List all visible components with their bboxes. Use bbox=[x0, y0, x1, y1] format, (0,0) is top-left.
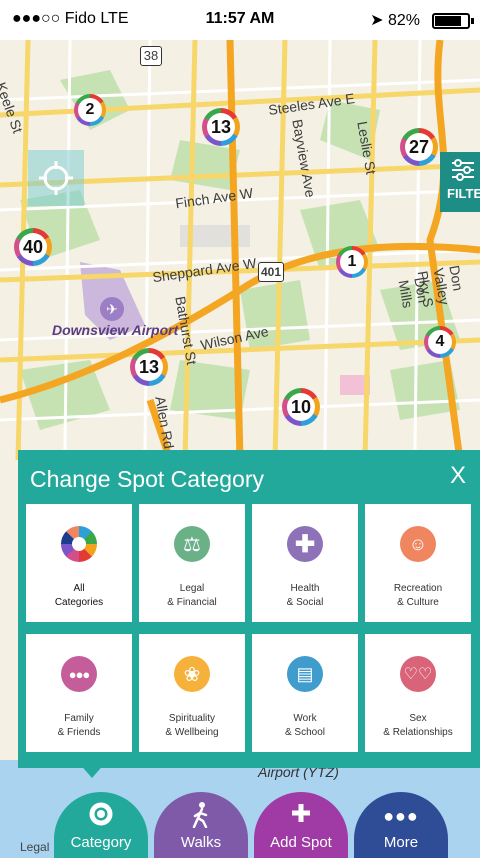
modal-title: Change Spot Category bbox=[30, 466, 264, 492]
crosshair-icon bbox=[39, 161, 73, 195]
category-tile-work[interactable]: ▤ Work & School bbox=[252, 634, 358, 752]
category-label: Spirituality bbox=[168, 713, 216, 724]
category-label: & Financial bbox=[167, 597, 217, 608]
scales-icon: ⚖ bbox=[174, 526, 210, 562]
nav-category-button[interactable]: Category bbox=[54, 792, 148, 858]
category-tile-spirituality[interactable]: ❀ Spirituality & Wellbeing bbox=[139, 634, 245, 752]
spot-cluster-marker[interactable]: 13 bbox=[130, 348, 168, 386]
category-tile-sex[interactable]: ♡♡ Sex & Relationships bbox=[365, 634, 471, 752]
category-label: Work bbox=[293, 713, 317, 724]
category-label: All bbox=[73, 583, 85, 594]
category-label: & Wellbeing bbox=[165, 727, 219, 738]
locate-me-button[interactable] bbox=[28, 150, 84, 206]
downsview-airport-label: Downsview Airport bbox=[52, 322, 179, 338]
highway-401-shield: 401 bbox=[258, 262, 284, 282]
category-label: & School bbox=[284, 727, 326, 738]
nav-label: Add Spot bbox=[270, 834, 332, 851]
legal-link[interactable]: Legal bbox=[20, 840, 49, 854]
spot-cluster-marker[interactable]: 27 bbox=[400, 128, 438, 166]
leaf-icon: ❀ bbox=[174, 656, 210, 692]
sliders-icon bbox=[452, 159, 474, 181]
nav-add-spot-button[interactable]: Add Spot bbox=[254, 792, 348, 858]
filter-label: FILTER bbox=[447, 186, 480, 201]
nav-label: Walks bbox=[180, 834, 222, 851]
ellipsis-icon: ●●● bbox=[383, 806, 419, 826]
spot-cluster-marker[interactable]: 2 bbox=[74, 94, 106, 126]
spot-cluster-marker[interactable]: 13 bbox=[202, 108, 240, 146]
health-cross-icon: ✚ bbox=[287, 526, 323, 562]
change-category-modal: Change Spot Category X All Categories ⚖ L… bbox=[18, 450, 480, 768]
category-tile-recreation[interactable]: ☺ Recreation & Culture bbox=[365, 504, 471, 622]
spot-cluster-marker[interactable]: 10 bbox=[282, 388, 320, 426]
lifebuoy-icon bbox=[54, 802, 148, 826]
category-label: & Culture bbox=[397, 597, 439, 608]
battery-icon bbox=[432, 13, 474, 29]
status-bar: ●●●○○ Fido LTE 11:57 AM ➤ 82% bbox=[0, 0, 480, 40]
color-wheel-icon bbox=[61, 526, 97, 562]
category-label: Family bbox=[64, 713, 94, 724]
category-label: Sex bbox=[409, 713, 427, 724]
category-tile-health[interactable]: ✚ Health & Social bbox=[252, 504, 358, 622]
category-tile-all[interactable]: All Categories bbox=[26, 504, 132, 622]
spot-cluster-marker[interactable]: 1 bbox=[336, 246, 368, 278]
spot-cluster-marker[interactable]: 40 bbox=[14, 228, 52, 266]
theatre-masks-icon: ☺ bbox=[400, 526, 436, 562]
people-icon: ●●● bbox=[61, 656, 97, 692]
category-label: & Friends bbox=[57, 727, 101, 738]
walking-person-icon bbox=[154, 802, 248, 828]
category-label: Health bbox=[290, 583, 320, 594]
category-label: & Social bbox=[286, 597, 324, 608]
book-icon: ▤ bbox=[287, 656, 323, 692]
nav-walks-button[interactable]: Walks bbox=[154, 792, 248, 858]
filter-button[interactable]: FILTER bbox=[440, 152, 480, 212]
airport-icon: ✈ bbox=[100, 297, 124, 321]
category-label: Categories bbox=[54, 597, 104, 608]
close-button[interactable]: X bbox=[450, 462, 466, 490]
category-label: & Relationships bbox=[383, 727, 453, 738]
highway-38-shield: 38 bbox=[140, 46, 162, 66]
category-tile-family[interactable]: ●●● Family & Friends bbox=[26, 634, 132, 752]
hearts-icon: ♡♡ bbox=[400, 656, 436, 692]
category-label: Recreation bbox=[393, 583, 443, 594]
plus-icon bbox=[254, 802, 348, 824]
category-tile-legal[interactable]: ⚖ Legal & Financial bbox=[139, 504, 245, 622]
nav-label: More bbox=[383, 834, 419, 851]
nav-label: Category bbox=[70, 834, 132, 851]
modal-pointer bbox=[78, 762, 106, 778]
category-label: Legal bbox=[179, 583, 205, 594]
battery-percent: ➤ 82% bbox=[370, 12, 420, 29]
spot-cluster-marker[interactable]: 4 bbox=[424, 326, 456, 358]
